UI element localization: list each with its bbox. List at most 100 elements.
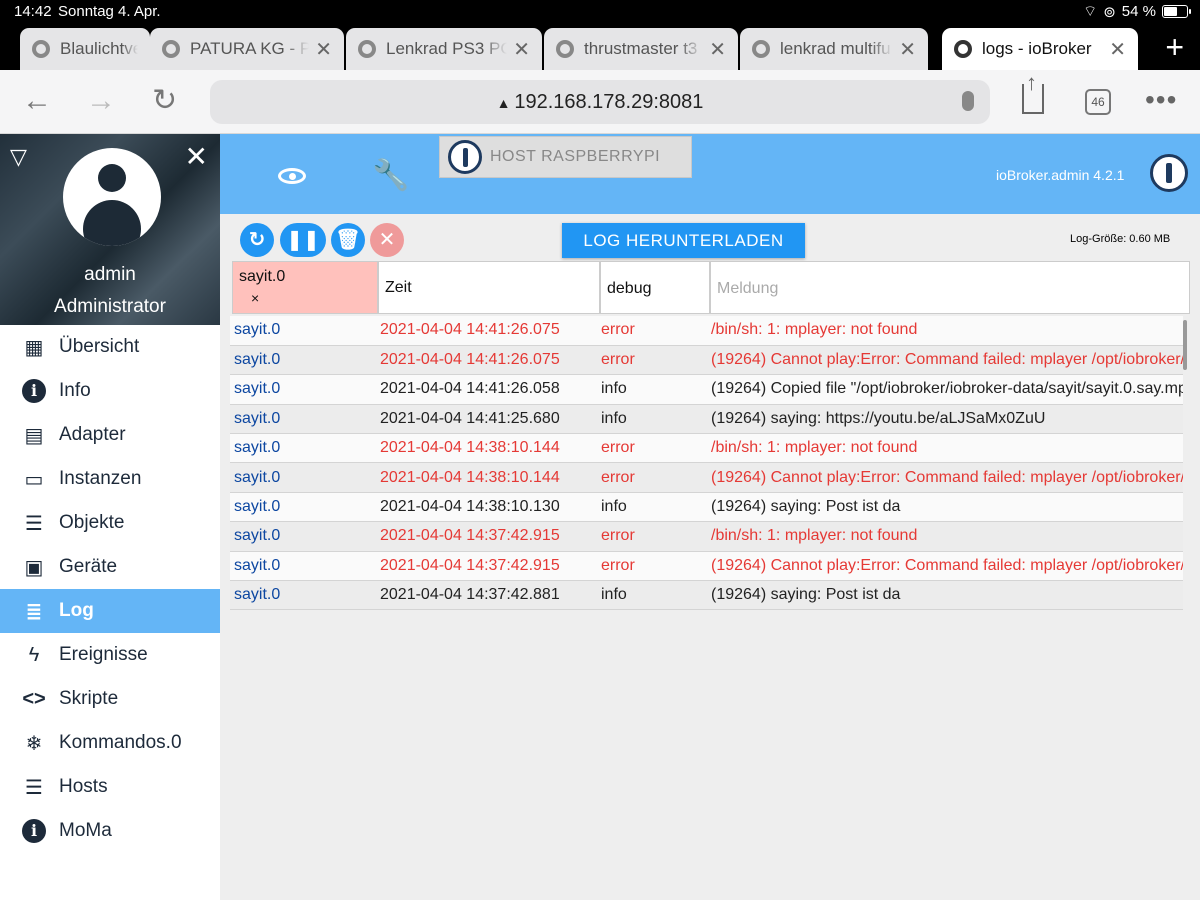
tab-bar: Blaulichtve PATURA KG - P ✕ Lenkrad PS3 … bbox=[0, 24, 1200, 70]
back-icon[interactable]: ← bbox=[22, 84, 52, 118]
code-icon: <> bbox=[22, 687, 46, 710]
share-icon[interactable] bbox=[1022, 70, 1044, 114]
reload-icon[interactable]: ↻ bbox=[152, 84, 177, 118]
host-selector[interactable]: HOST RASPBERRYPI bbox=[439, 136, 692, 178]
sidebar-item-adapter[interactable]: ▤ Adapter bbox=[0, 413, 220, 457]
log-row[interactable]: sayit.0 2021-04-04 14:41:26.058 info (19264… bbox=[230, 374, 1183, 405]
close-tab-icon[interactable]: ✕ bbox=[513, 37, 530, 62]
log-row[interactable]: sayit.0 2021-04-04 14:41:26.075 error (1926… bbox=[230, 345, 1183, 376]
close-icon[interactable]: ✕ bbox=[185, 140, 208, 173]
sidebar-item-info[interactable]: i Info bbox=[0, 369, 220, 413]
store-icon: ▤ bbox=[24, 424, 44, 447]
close-tab-icon[interactable]: ✕ bbox=[1109, 37, 1126, 62]
log-row[interactable]: sayit.0 2021-04-04 14:41:26.075 error/bin/… bbox=[230, 316, 1183, 346]
sidebar-item-label: Geräte bbox=[59, 556, 118, 577]
log-message: /bin/sh: 1: mplayer: not found bbox=[707, 433, 1183, 464]
log-row[interactable]: sayit.0 2021-04-04 14:38:10.144 error (1926… bbox=[230, 462, 1183, 493]
log-table: sayit.0 2021-04-04 14:41:26.075 error/bin/… bbox=[230, 316, 1183, 611]
globe-icon bbox=[32, 40, 50, 58]
orientation-lock-icon: ⊚ bbox=[1103, 3, 1116, 21]
trash-button[interactable]: 🗑 bbox=[331, 223, 365, 257]
sidebar-item-label: Instanzen bbox=[59, 468, 142, 489]
microphone-icon[interactable] bbox=[962, 91, 974, 111]
tab-label: Blaulichtve bbox=[60, 39, 138, 58]
sidebar-item-ereignisse[interactable]: ϟ Ereignisse bbox=[0, 633, 220, 677]
log-level: info bbox=[597, 404, 707, 435]
clear-log-button[interactable]: ✕ bbox=[370, 223, 404, 257]
log-level: info bbox=[597, 374, 707, 405]
sidebar-item-label: MoMa bbox=[59, 820, 112, 841]
level-select[interactable]: debug bbox=[600, 261, 710, 314]
sidebar-item-skripte[interactable]: <> Skripte bbox=[0, 677, 220, 721]
time-filter-label: Zeit bbox=[385, 278, 412, 296]
sidebar-item-geraete[interactable]: ▣ Geräte bbox=[0, 545, 220, 589]
tab-label: thrustmaster t3 bbox=[584, 39, 698, 58]
eye-icon[interactable] bbox=[278, 168, 306, 184]
log-source: sayit.0 bbox=[230, 462, 376, 493]
sidebar-item-uebersicht[interactable]: ▦ Übersicht bbox=[0, 325, 220, 369]
main-panel: 🔧 HOST RASPBERRYPI ioBroker.admin 4.2.1 … bbox=[220, 134, 1200, 900]
log-time: 2021-04-04 14:37:42.915 bbox=[376, 551, 597, 582]
log-row[interactable]: sayit.0 2021-04-04 14:38:10.130 info (19264… bbox=[230, 492, 1183, 523]
collapse-triangle-icon[interactable]: ▽ bbox=[10, 144, 27, 170]
more-icon[interactable]: ••• bbox=[1145, 84, 1177, 116]
log-row[interactable]: sayit.0 2021-04-04 14:38:10.144 error/bin/… bbox=[230, 433, 1183, 464]
log-level: info bbox=[597, 580, 707, 611]
sidebar-item-log[interactable]: ≣ Log bbox=[0, 589, 220, 633]
sidebar-item-hosts[interactable]: ☰ Hosts bbox=[0, 765, 220, 809]
log-level: error bbox=[597, 316, 707, 346]
refresh-button[interactable]: ↻ bbox=[240, 223, 274, 257]
snowflake-icon: ❄ bbox=[25, 732, 43, 755]
battery-percent: 54 % bbox=[1121, 3, 1156, 20]
new-tab-icon[interactable]: + bbox=[1165, 28, 1184, 66]
source-filter-value: sayit.0 bbox=[239, 268, 286, 285]
wifi-icon: ⌔ bbox=[1083, 3, 1098, 20]
sidebar-item-kommandos[interactable]: ❄ Kommandos.0 bbox=[0, 721, 220, 765]
sidebar-item-instanzen[interactable]: ▭ Instanzen bbox=[0, 457, 220, 501]
log-time: 2021-04-04 14:41:25.680 bbox=[376, 404, 597, 435]
close-tab-icon[interactable]: ✕ bbox=[709, 37, 726, 62]
browser-tab[interactable]: Lenkrad PS3 PC ✕ bbox=[346, 28, 542, 70]
forward-icon[interactable]: → bbox=[86, 84, 116, 118]
host-label: HOST RASPBERRYPI bbox=[490, 148, 661, 165]
pause-button[interactable]: ❚❚ bbox=[280, 223, 326, 257]
globe-icon bbox=[752, 40, 770, 58]
log-row[interactable]: sayit.0 2021-04-04 14:37:42.915 error/bin/… bbox=[230, 521, 1183, 552]
sidebar-item-label: Log bbox=[59, 600, 94, 621]
log-row[interactable]: sayit.0 2021-04-04 14:37:42.881 info (19264… bbox=[230, 580, 1183, 611]
filter-row: sayit.0 × Zeit debug Meldung bbox=[232, 261, 1192, 314]
download-log-button[interactable]: LOG HERUNTERLADEN bbox=[562, 223, 805, 258]
log-time: 2021-04-04 14:37:42.881 bbox=[376, 580, 597, 611]
log-row[interactable]: sayit.0 2021-04-04 14:37:42.915 error (1926… bbox=[230, 551, 1183, 582]
close-tab-icon[interactable]: ✕ bbox=[315, 37, 332, 62]
log-time: 2021-04-04 14:41:26.075 bbox=[376, 345, 597, 376]
source-filter[interactable]: sayit.0 × bbox=[232, 261, 378, 314]
log-message: (19264) Cannot play:Error: Command faile… bbox=[707, 462, 1183, 493]
sidebar-item-label: Info bbox=[59, 380, 91, 401]
sidebar-item-moma[interactable]: i MoMa bbox=[0, 809, 220, 853]
time-filter[interactable]: Zeit bbox=[378, 261, 600, 314]
close-tab-icon[interactable]: ✕ bbox=[899, 37, 916, 62]
browser-tab[interactable]: thrustmaster t3 ✕ bbox=[544, 28, 738, 70]
sidebar-item-label: Objekte bbox=[59, 512, 125, 533]
sidebar-item-objekte[interactable]: ☰ Objekte bbox=[0, 501, 220, 545]
wrench-icon[interactable]: 🔧 bbox=[372, 158, 409, 193]
browser-tab[interactable]: PATURA KG - P ✕ bbox=[150, 28, 344, 70]
url-field[interactable]: ▲ 192.168.178.29:8081 bbox=[210, 80, 990, 124]
log-source: sayit.0 bbox=[230, 521, 376, 552]
tab-count[interactable]: 46 bbox=[1085, 89, 1111, 115]
globe-icon bbox=[954, 40, 972, 58]
log-time: 2021-04-04 14:41:26.075 bbox=[376, 316, 597, 346]
browser-tab[interactable]: Blaulichtve bbox=[20, 28, 150, 70]
sidebar-item-label: Hosts bbox=[59, 776, 108, 797]
log-source: sayit.0 bbox=[230, 345, 376, 376]
sidebar-item-label: Ereignisse bbox=[59, 644, 148, 665]
browser-tab[interactable]: lenkrad multifu ✕ bbox=[740, 28, 928, 70]
browser-tab-active[interactable]: logs - ioBroker ✕ bbox=[942, 28, 1138, 70]
log-message: (19264) Copied file "/opt/iobroker/iobro… bbox=[707, 374, 1183, 405]
message-filter-input[interactable]: Meldung bbox=[710, 261, 1190, 314]
log-row[interactable]: sayit.0 2021-04-04 14:41:25.680 info (19264… bbox=[230, 404, 1183, 435]
scrollbar[interactable] bbox=[1183, 320, 1187, 370]
clear-source-icon[interactable]: × bbox=[251, 290, 371, 306]
warning-icon: ▲ bbox=[496, 95, 515, 111]
